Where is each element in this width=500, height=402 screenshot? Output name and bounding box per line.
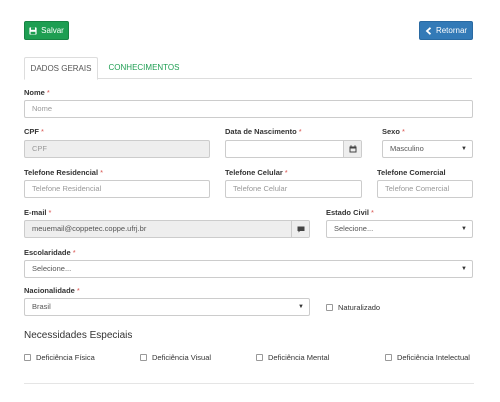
back-button[interactable]: Retornar [419,21,473,40]
chevron-down-icon: ▼ [461,266,467,272]
tab-conhecimentos[interactable]: CONHECIMENTOS [104,57,184,79]
tel-residencial-field[interactable]: Telefone Residencial [24,180,210,198]
tel-celular-field[interactable]: Telefone Celular [225,180,362,198]
email-field[interactable]: meuemail@coppetec.coppe.ufrj.br [24,220,310,238]
checkbox-icon[interactable] [326,304,333,311]
tel-comercial-field[interactable]: Telefone Comercial [377,180,473,198]
chevron-left-icon [425,26,432,35]
nacionalidade-select[interactable]: Brasil ▼ [24,298,310,316]
tel-residencial-label: Telefone Residencial * [24,168,103,177]
nome-label: Nome * [24,88,50,97]
tab-dados-gerais[interactable]: DADOS GERAIS [24,57,98,80]
sexo-select[interactable]: Masculino ▼ [382,140,473,158]
save-button[interactable]: Salvar [24,21,69,40]
escolaridade-select[interactable]: Selecione... ▼ [24,260,473,278]
nacionalidade-label: Nacionalidade * [24,286,80,295]
checkbox-icon[interactable] [256,354,263,361]
necessidade-intelectual-checkbox[interactable]: Deficiência Intelectual [385,353,470,362]
necessidade-fisica-checkbox[interactable]: Deficiência Física [24,353,95,362]
estado-civil-select[interactable]: Selecione... ▼ [326,220,473,238]
back-label: Retornar [435,26,468,35]
naturalizado-checkbox[interactable]: Naturalizado [326,303,380,312]
divider [24,383,474,384]
chevron-down-icon: ▼ [461,226,467,232]
tel-celular-label: Telefone Celular * [225,168,288,177]
tel-comercial-label: Telefone Comercial [377,168,446,177]
escolaridade-label: Escolaridade * [24,248,76,257]
checkbox-icon[interactable] [385,354,392,361]
necessidade-visual-checkbox[interactable]: Deficiência Visual [140,353,211,362]
email-label: E-mail * [24,208,52,217]
checkbox-icon[interactable] [140,354,147,361]
calendar-icon[interactable] [343,141,361,157]
sexo-label: Sexo * [382,127,405,136]
chevron-down-icon: ▼ [298,304,304,310]
tab-bar: DADOS GERAIS CONHECIMENTOS [24,57,472,80]
checkbox-icon[interactable] [24,354,31,361]
nascimento-field[interactable] [225,140,362,158]
nome-field[interactable]: Nome [24,100,473,118]
estado-civil-label: Estado Civil * [326,208,374,217]
cpf-field[interactable]: CPF [24,140,210,158]
save-label: Salvar [41,26,64,35]
cpf-label: CPF * [24,127,44,136]
necessidade-mental-checkbox[interactable]: Deficiência Mental [256,353,329,362]
chevron-down-icon: ▼ [461,146,467,152]
message-icon[interactable] [291,221,309,237]
necessidades-title: Necessidades Especiais [24,330,133,341]
nascimento-label: Data de Nascimento * [225,127,302,136]
floppy-disk-icon [29,26,37,35]
